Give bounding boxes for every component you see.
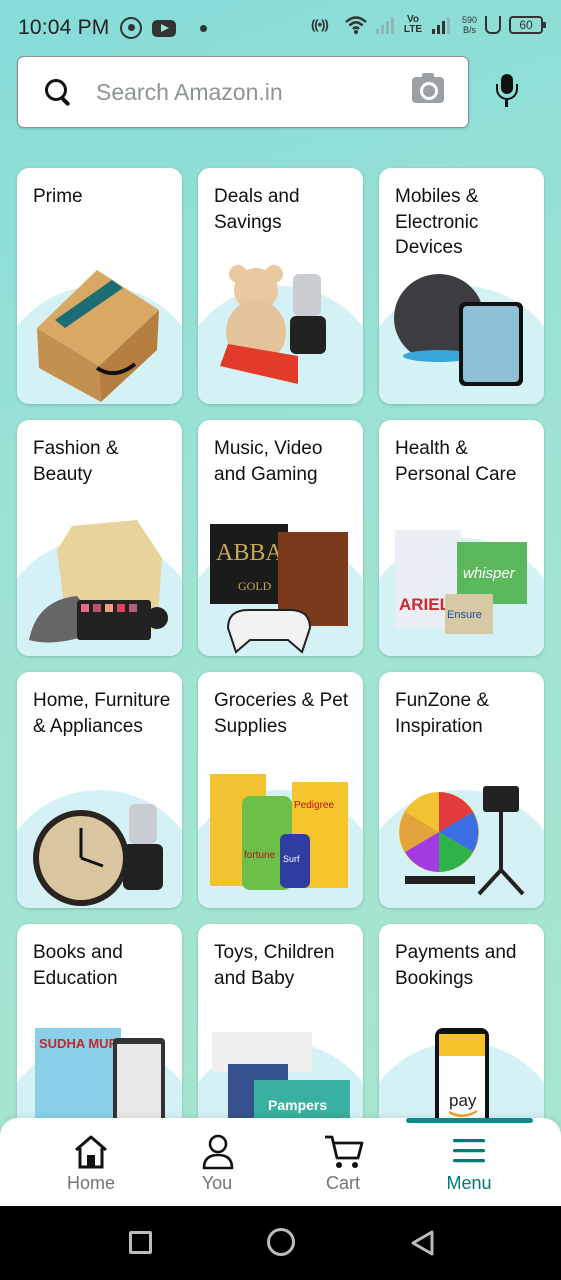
surf-text: Surf [283, 854, 300, 864]
category-card-groceries[interactable]: Groceries & Pet Supplies fortune Pedigre… [198, 672, 363, 908]
category-label: Toys, Children and Baby [214, 942, 335, 989]
ariel-text: ARIEL [399, 595, 450, 614]
fashion-beauty-image [29, 520, 168, 643]
category-card-home[interactable]: Home, Furniture & Appliances [17, 672, 182, 908]
wifi-icon [345, 16, 367, 34]
category-label: Fashion & Beauty [33, 438, 119, 485]
pampers-text: Pampers [268, 1097, 327, 1113]
speed-unit: B/s [462, 25, 476, 35]
status-time: 10:04 PM [18, 16, 110, 39]
recent-apps-icon[interactable] [129, 1231, 152, 1254]
nav-you[interactable]: You [162, 1118, 272, 1206]
cart-icon [325, 1135, 364, 1168]
abba-title-text: ABBA [216, 540, 283, 566]
groceries-pet-image: fortune Pedigree Surf [210, 774, 348, 890]
system-status-icons: Vo LTE 590 B/s 60 [311, 14, 546, 36]
category-card-fashion[interactable]: Fashion & Beauty [17, 420, 182, 656]
nav-cart-label: Cart [325, 1173, 360, 1193]
whatsapp-icon [119, 17, 142, 39]
hamburger-menu-icon [453, 1139, 485, 1163]
category-card-music[interactable]: Music, Video and Gaming ABBA GOLD [198, 420, 363, 656]
home-appliances-image [33, 804, 163, 906]
category-label: Groceries & Pet Supplies [214, 690, 349, 737]
home-icon [75, 1135, 107, 1169]
battery-icon: 60 [509, 16, 546, 34]
back-icon[interactable] [410, 1230, 436, 1256]
flask-icon [485, 16, 501, 34]
category-card-mobiles[interactable]: Mobiles & Electronic Devices [379, 168, 544, 404]
category-label: Deals and Savings [214, 186, 300, 233]
search-input[interactable] [96, 78, 396, 106]
ensure-text: Ensure [447, 609, 482, 621]
category-label: Music, Video and Gaming [214, 438, 323, 485]
category-label: Home, Furniture & Appliances [33, 690, 171, 737]
hotspot-icon [311, 14, 336, 36]
spin-wheel-tripod-image [399, 786, 525, 896]
signal-strength-icon-2 [431, 16, 450, 34]
search-bar[interactable] [17, 56, 469, 128]
category-card-funzone[interactable]: FunZone & Inspiration [379, 672, 544, 908]
signal-strength-icon [375, 16, 394, 34]
category-label: Prime [33, 186, 83, 207]
pay-text: pay [449, 1091, 477, 1110]
camera-icon[interactable] [412, 73, 444, 103]
bottom-navigation: Home You Cart Menu [0, 1118, 561, 1206]
speed-value: 590 [461, 15, 477, 25]
category-label: Health & Personal Care [395, 438, 517, 485]
prime-box-image [37, 270, 159, 402]
youtube-icon [151, 19, 176, 37]
nav-you-label: You [201, 1173, 233, 1193]
network-type: Vo LTE [403, 14, 423, 35]
category-label: Payments and Bookings [395, 942, 517, 989]
home-button-icon[interactable] [267, 1228, 295, 1256]
nav-menu[interactable]: Menu [414, 1118, 524, 1206]
category-card-deals[interactable]: Deals and Savings [198, 168, 363, 404]
deals-teddy-mixer-image [220, 265, 326, 384]
nav-menu-label: Menu [446, 1173, 492, 1193]
category-label: Mobiles & Electronic Devices [395, 186, 479, 258]
fortune-text: fortune [244, 850, 276, 861]
microphone-stand [505, 100, 508, 107]
nav-home[interactable]: Home [36, 1118, 146, 1206]
more-notifications-icon [199, 24, 207, 32]
music-video-gaming-image: ABBA GOLD [210, 524, 348, 654]
category-label: Books and Education [33, 942, 123, 989]
pedigree-text: Pedigree [294, 800, 334, 811]
network-speed: 590 B/s [462, 15, 477, 35]
user-icon [202, 1134, 234, 1170]
category-card-prime[interactable]: Prime [17, 168, 182, 404]
nav-cart[interactable]: Cart [288, 1118, 398, 1206]
notification-icons [119, 17, 207, 39]
search-icon [44, 78, 72, 106]
category-card-health[interactable]: Health & Personal Care ARIEL whisper Ens… [379, 420, 544, 656]
whisper-text: whisper [463, 565, 516, 582]
category-label: FunZone & Inspiration [395, 690, 489, 737]
status-bar: 10:04 PM Vo LTE 590 B/s 60 [0, 0, 561, 56]
nav-home-label: Home [66, 1173, 115, 1193]
system-navigation-bar [0, 1206, 561, 1280]
abba-sub-text: GOLD [238, 579, 272, 593]
health-products-image: ARIEL whisper Ensure [395, 530, 527, 634]
echo-phone-image [394, 274, 523, 386]
